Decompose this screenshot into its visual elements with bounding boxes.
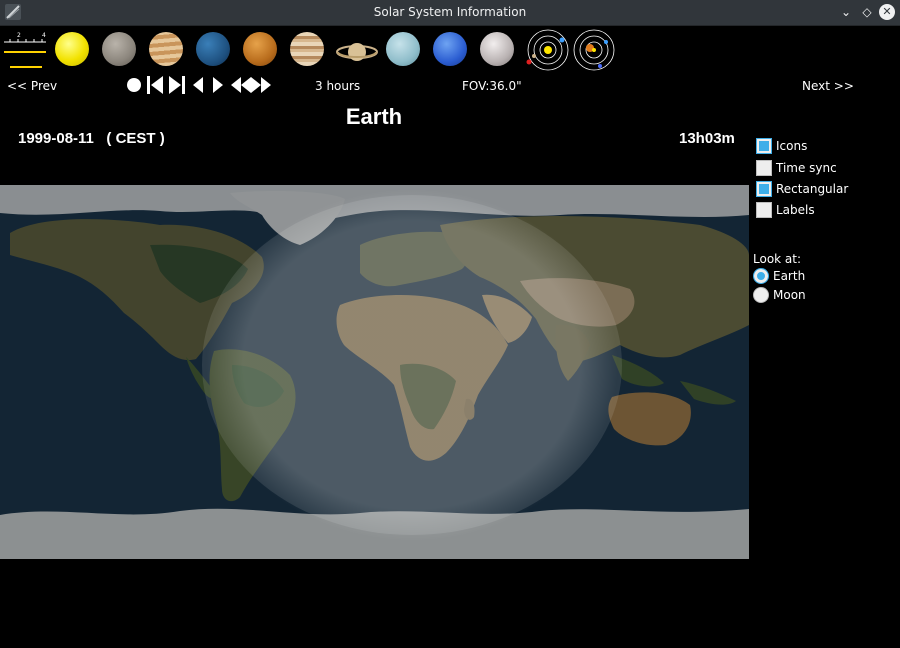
time-sync-checkbox[interactable] (756, 160, 772, 176)
outer-orbits-icon[interactable] (572, 28, 616, 72)
uranus-icon[interactable] (386, 32, 420, 66)
rectangular-label: Rectangular (776, 182, 849, 196)
time-sync-option[interactable]: Time sync (756, 160, 896, 178)
scale-tick-4: 4 (42, 32, 46, 39)
planet-title: Earth (345, 104, 403, 129)
rewind-icon[interactable] (230, 74, 252, 96)
earth-map-image (0, 185, 749, 559)
icons-option[interactable]: Icons (756, 138, 896, 156)
sun-icon[interactable] (55, 32, 89, 66)
play-icon[interactable] (212, 74, 224, 96)
step-back-icon[interactable] (192, 74, 204, 96)
mercury-icon[interactable] (102, 32, 136, 66)
prev-button[interactable]: << Prev (7, 79, 57, 93)
rectangular-checkbox[interactable] (756, 181, 772, 197)
saturn-icon[interactable] (335, 30, 379, 74)
moon-radio-label: Moon (773, 288, 806, 302)
time-label: 13h03m (679, 130, 735, 147)
window-title: Solar System Information (373, 5, 527, 19)
jupiter-icon[interactable] (290, 32, 324, 66)
time-step-label[interactable]: 3 hours (315, 79, 360, 93)
skip-to-end-icon[interactable] (168, 74, 186, 96)
look-at-moon-option[interactable]: Moon (753, 287, 893, 305)
earth-radio[interactable] (753, 268, 769, 284)
close-icon[interactable]: ✕ (879, 4, 895, 20)
venus-icon[interactable] (149, 32, 183, 66)
earth-icon[interactable] (196, 32, 230, 66)
record-icon[interactable] (126, 74, 142, 96)
labels-checkbox[interactable] (756, 202, 772, 218)
rectangular-option[interactable]: Rectangular (756, 181, 896, 199)
time-sync-label: Time sync (776, 161, 837, 175)
icons-label: Icons (776, 139, 808, 153)
moon-radio[interactable] (753, 287, 769, 303)
pluto-icon[interactable] (480, 32, 514, 66)
title-bar: Solar System Information ⌄ ◇ ✕ (0, 0, 900, 26)
neptune-icon[interactable] (433, 32, 467, 66)
maximize-icon[interactable]: ◇ (859, 4, 875, 20)
minimize-icon[interactable]: ⌄ (838, 4, 854, 20)
earth-radio-label: Earth (773, 269, 806, 283)
look-at-heading: Look at: (753, 252, 802, 266)
inner-orbits-icon[interactable] (526, 28, 570, 72)
scale-tick-2: 2 (17, 32, 21, 39)
icons-checkbox[interactable] (756, 138, 772, 154)
next-button[interactable]: Next >> (802, 79, 854, 93)
mars-icon[interactable] (243, 32, 277, 66)
labels-option[interactable]: Labels (756, 202, 896, 220)
date-label: 1999-08-11 ( CEST ) (18, 130, 165, 147)
skip-to-start-icon[interactable] (146, 74, 164, 96)
earth-map[interactable] (0, 185, 749, 559)
fast-forward-icon[interactable] (250, 74, 272, 96)
navigation-row: << Prev 3 hours FOV:36.0" Next >> (0, 76, 900, 96)
look-at-earth-option[interactable]: Earth (753, 268, 893, 286)
fov-label: FOV:36.0" (462, 79, 522, 93)
labels-label: Labels (776, 203, 815, 217)
scale-ruler-icon[interactable]: 2 4 (2, 30, 48, 70)
